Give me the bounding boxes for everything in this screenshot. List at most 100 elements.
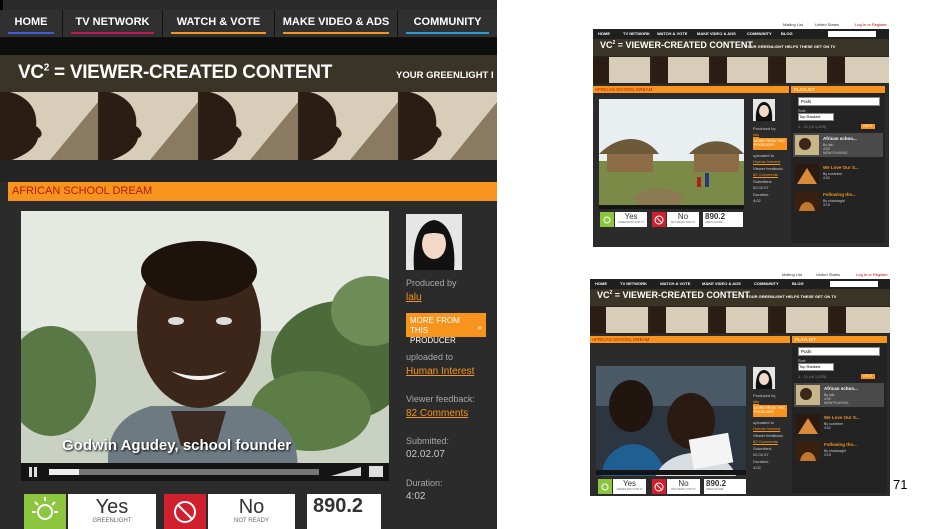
volume-slider[interactable] — [331, 465, 361, 477]
mini-nav-blog[interactable]: BLOG — [781, 29, 793, 39]
playlist-item-length: 4:02 — [824, 426, 831, 430]
mini-vc-prefix: VC — [597, 290, 610, 300]
thumbnail-page-2: Mailing List United States Log In or Reg… — [590, 270, 890, 496]
nav-tab-home[interactable]: HOME — [0, 10, 63, 37]
category-link[interactable]: Human Interest — [406, 366, 474, 377]
vote-no-button[interactable]: No NOT READY — [164, 494, 295, 529]
mini-tagline: YOUR GREENLIGHT HELPS THESE GET ON TV — [746, 294, 837, 299]
mini-comments-link[interactable]: 82 Comments — [753, 172, 778, 177]
playlist-item[interactable]: Following the... By shadowgirl 3:15 — [794, 439, 884, 463]
avatar-image — [406, 214, 462, 270]
top-strip — [590, 270, 890, 279]
producer-avatar[interactable] — [406, 214, 462, 270]
playlist-select[interactable]: Pods — [798, 97, 880, 106]
mini-category-link[interactable]: Human Interest — [753, 159, 780, 164]
mini-search-input[interactable] — [828, 31, 876, 37]
vote-yes-button[interactable]: Yes GREENLIGHT — [24, 494, 156, 529]
video-score: 890.2 — [307, 494, 381, 529]
playlist-item-title: African schoo... — [823, 136, 857, 141]
vc-title: VC2 = VIEWER-CREATED CONTENT — [18, 62, 332, 84]
yes-text: Yes — [95, 496, 129, 518]
mini-vote-no[interactable]: No NOT READY FOR TV — [652, 479, 700, 494]
mini-nav-home[interactable]: HOME — [598, 29, 610, 39]
playlist-item-status: NOW PLAYING — [824, 401, 849, 405]
next-button[interactable]: NEXT — [861, 124, 875, 129]
progress-slider[interactable] — [49, 467, 319, 477]
login-link[interactable]: Log In or Register — [855, 20, 887, 29]
playlist-item-title: We Love Our S... — [824, 415, 860, 420]
banner-frame-4 — [300, 92, 398, 160]
playlist-item[interactable]: African schoo... By lalu 4:02 NOW PLAYING — [793, 133, 883, 157]
login-link[interactable]: Log In or Register — [856, 270, 888, 279]
mini-vc-title: VC2 = VIEWER-CREATED CONTENT — [600, 40, 753, 50]
mini-nav-make[interactable]: MAKE VIDEO & ADS — [697, 29, 736, 39]
mini-yes-text: Yes — [622, 479, 637, 488]
mini-comments-link[interactable]: 82 Comments — [753, 439, 778, 444]
video-caption: Godwin Agudey, school founder — [62, 437, 292, 454]
video-title-bar: AFRICAN SCHOOL DREAM — [8, 182, 497, 201]
mini-nav-blog[interactable]: BLOG — [792, 279, 804, 289]
playlist-header: PLAYLIST — [792, 336, 887, 343]
mini-duration-value: 4:02 — [753, 198, 761, 203]
mini-video-player[interactable] — [596, 366, 746, 476]
playlist-item[interactable]: We Love Our S... By sunshine 4:02 — [793, 162, 883, 186]
mini-producer-avatar[interactable] — [753, 367, 775, 389]
nav-tab-community[interactable]: COMMUNITY — [398, 10, 497, 37]
pause-button[interactable] — [29, 465, 39, 479]
greenlight-icon — [600, 212, 614, 227]
nav-tab-tv-network[interactable]: TV NETWORK — [63, 10, 163, 37]
mini-more-button[interactable]: MORE FROM THIS PRODUCER — [753, 138, 787, 150]
mini-uploaded-label: uploaded to — [753, 153, 774, 158]
playlist-item[interactable]: Following the... By shadowgirl 3:15 — [793, 189, 883, 213]
mini-video-title: AFRICAN SCHOOL DREAM — [592, 337, 650, 342]
mini-produced-by-label: Produced by — [753, 126, 776, 131]
mini-submitted-date: 02.02.07 — [753, 452, 769, 457]
mini-vote-yes[interactable]: Yes GREENLIGHT FOR TV — [600, 212, 647, 227]
main-nav: HOME TV NETWORK WATCH & VOTE MAKE VIDEO … — [0, 10, 497, 38]
playlist-item[interactable]: We Love Our S... By sunshine 4:02 — [794, 412, 884, 436]
mini-nav-community[interactable]: COMMUNITY — [754, 279, 779, 289]
mini-vote-yes[interactable]: Yes GREENLIGHT FOR TV — [598, 479, 646, 494]
nav-tab-watch-vote[interactable]: WATCH & VOTE — [163, 10, 275, 37]
mini-search-input[interactable] — [830, 281, 878, 287]
mini-nav-watch[interactable]: WATCH & VOTE — [660, 279, 690, 289]
fullscreen-button[interactable] — [369, 464, 383, 478]
nav-tab-label: WATCH & VOTE — [176, 16, 261, 28]
not-ready-icon — [652, 212, 666, 227]
mini-vc-text: = VIEWER-CREATED CONTENT — [612, 290, 750, 300]
producer-link[interactable]: lalu — [406, 292, 422, 303]
mini-nav-home[interactable]: HOME — [595, 279, 607, 289]
country-select[interactable]: United States — [815, 20, 839, 29]
mini-video-frame-huts — [599, 99, 744, 209]
mini-nav-tv[interactable]: TV NETWORK — [620, 279, 647, 289]
mini-video-player[interactable] — [599, 99, 744, 209]
comments-link[interactable]: 82 Comments — [406, 408, 468, 419]
mini-producer-link[interactable]: lalu — [753, 132, 759, 137]
sort-select[interactable]: Top Ranked — [798, 363, 834, 371]
country-select[interactable]: United States — [816, 270, 840, 279]
mini-no-sub: NOT READY FOR TV — [671, 488, 696, 491]
mini-category-link[interactable]: Human Interest — [753, 426, 780, 431]
mini-video-score: 890.2 VIDEO SCORE — [704, 479, 746, 494]
banner-frame-1 — [0, 92, 98, 160]
mini-vote-no[interactable]: No NOT READY FOR TV — [652, 212, 699, 227]
vc-tagline: YOUR GREENLIGHT I — [396, 70, 494, 81]
playlist-item-title: African schoo... — [824, 386, 858, 391]
mini-nav-tv[interactable]: TV NETWORK — [623, 29, 650, 39]
mailing-list-link[interactable]: Mailing List — [783, 20, 803, 29]
playlist-item[interactable]: African schoo... By lalu 4:02 NOW PLAYING — [794, 383, 884, 407]
mini-video-title: AFRICAN SCHOOL DREAM — [595, 87, 653, 92]
mini-producer-link[interactable]: lalu — [753, 399, 759, 404]
nav-tab-make-video[interactable]: MAKE VIDEO & ADS — [275, 10, 398, 37]
mailing-list-link[interactable]: Mailing List — [782, 270, 802, 279]
mini-nav-community[interactable]: COMMUNITY — [747, 29, 772, 39]
playlist-select[interactable]: Pods — [798, 347, 880, 356]
mini-more-button[interactable]: MORE FROM THIS PRODUCER — [753, 405, 787, 417]
more-from-producer-button[interactable]: MORE FROM THIS PRODUCER » — [406, 313, 486, 345]
sort-select[interactable]: Top Ranked — [798, 113, 834, 121]
next-button[interactable]: NEXT — [861, 374, 875, 379]
mini-nav-make[interactable]: MAKE VIDEO & ADS — [702, 279, 741, 289]
mini-feedback-label: Viewer feedback: — [753, 433, 784, 438]
mini-producer-avatar[interactable] — [753, 99, 775, 121]
mini-nav-watch[interactable]: WATCH & VOTE — [657, 29, 687, 39]
